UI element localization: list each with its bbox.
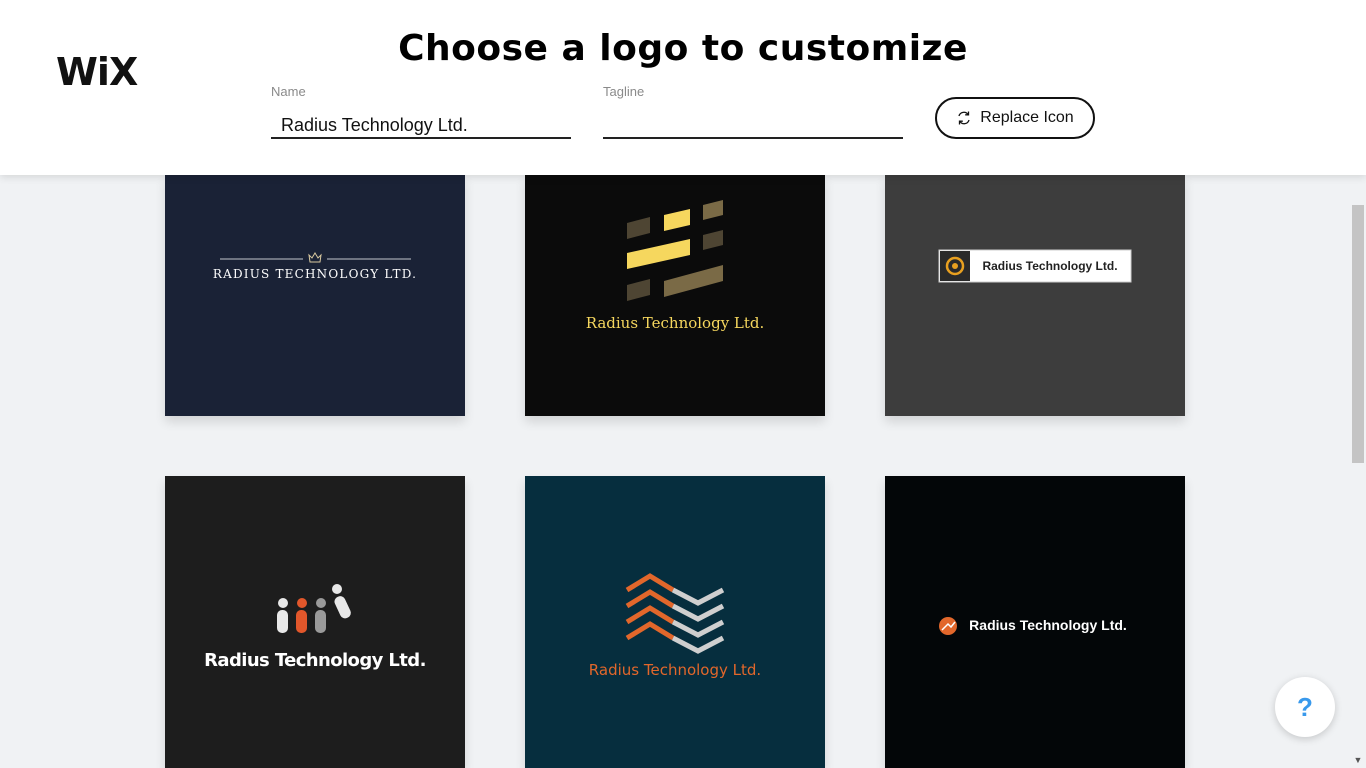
logo-preview-1: RADIUS TECHNOLOGY LTD. — [165, 175, 465, 416]
replace-icon-button[interactable]: Replace Icon — [935, 97, 1095, 139]
page-title: Choose a logo to customize — [398, 28, 968, 69]
name-input[interactable] — [271, 113, 571, 139]
logo-card-6[interactable]: Radius Technology Ltd. — [885, 476, 1185, 768]
tagline-label: Tagline — [603, 84, 645, 99]
card-3-background — [885, 175, 1185, 416]
card-1-background — [165, 175, 465, 416]
card-2-background — [525, 175, 825, 416]
replace-icon-label: Replace Icon — [980, 109, 1074, 126]
logo-6-text: Radius Technology Ltd. — [969, 617, 1127, 633]
name-field: Name — [271, 84, 571, 139]
logo-preview-3: Radius Technology Ltd. — [885, 175, 1185, 416]
logo-1-text: RADIUS TECHNOLOGY LTD. — [213, 267, 417, 281]
logo-preview-5: Radius Technology Ltd. — [525, 476, 825, 768]
orange-circle-icon — [939, 617, 957, 635]
logo-card-2[interactable]: Radius Technology Ltd. — [525, 175, 825, 416]
logo-card-3[interactable]: Radius Technology Ltd. — [885, 175, 1185, 416]
logo-card-1[interactable]: RADIUS TECHNOLOGY LTD. — [165, 175, 465, 416]
logo-card-4[interactable]: Radius Technology Ltd. — [165, 476, 465, 768]
help-button[interactable]: ? — [1275, 677, 1335, 737]
logo-card-5[interactable]: Radius Technology Ltd. — [525, 476, 825, 768]
tagline-field: Tagline — [603, 84, 903, 139]
refresh-icon — [958, 111, 970, 125]
scrollbar-thumb[interactable] — [1352, 205, 1364, 463]
header: WiX Choose a logo to customize Name Tagl… — [0, 0, 1366, 175]
tagline-input[interactable] — [603, 113, 903, 139]
logo-preview-4: Radius Technology Ltd. — [165, 476, 465, 768]
logo-5-text: Radius Technology Ltd. — [589, 661, 761, 679]
logo-preview-6: Radius Technology Ltd. — [885, 476, 1185, 768]
name-label: Name — [271, 84, 306, 99]
logo-4-text: Radius Technology Ltd. — [204, 650, 426, 671]
logo-2-text: Radius Technology Ltd. — [586, 314, 765, 332]
logo-preview-2: Radius Technology Ltd. — [525, 175, 825, 416]
scroll-down-arrow-icon[interactable]: ▼ — [1352, 754, 1364, 766]
logo-3-text: Radius Technology Ltd. — [982, 259, 1117, 273]
